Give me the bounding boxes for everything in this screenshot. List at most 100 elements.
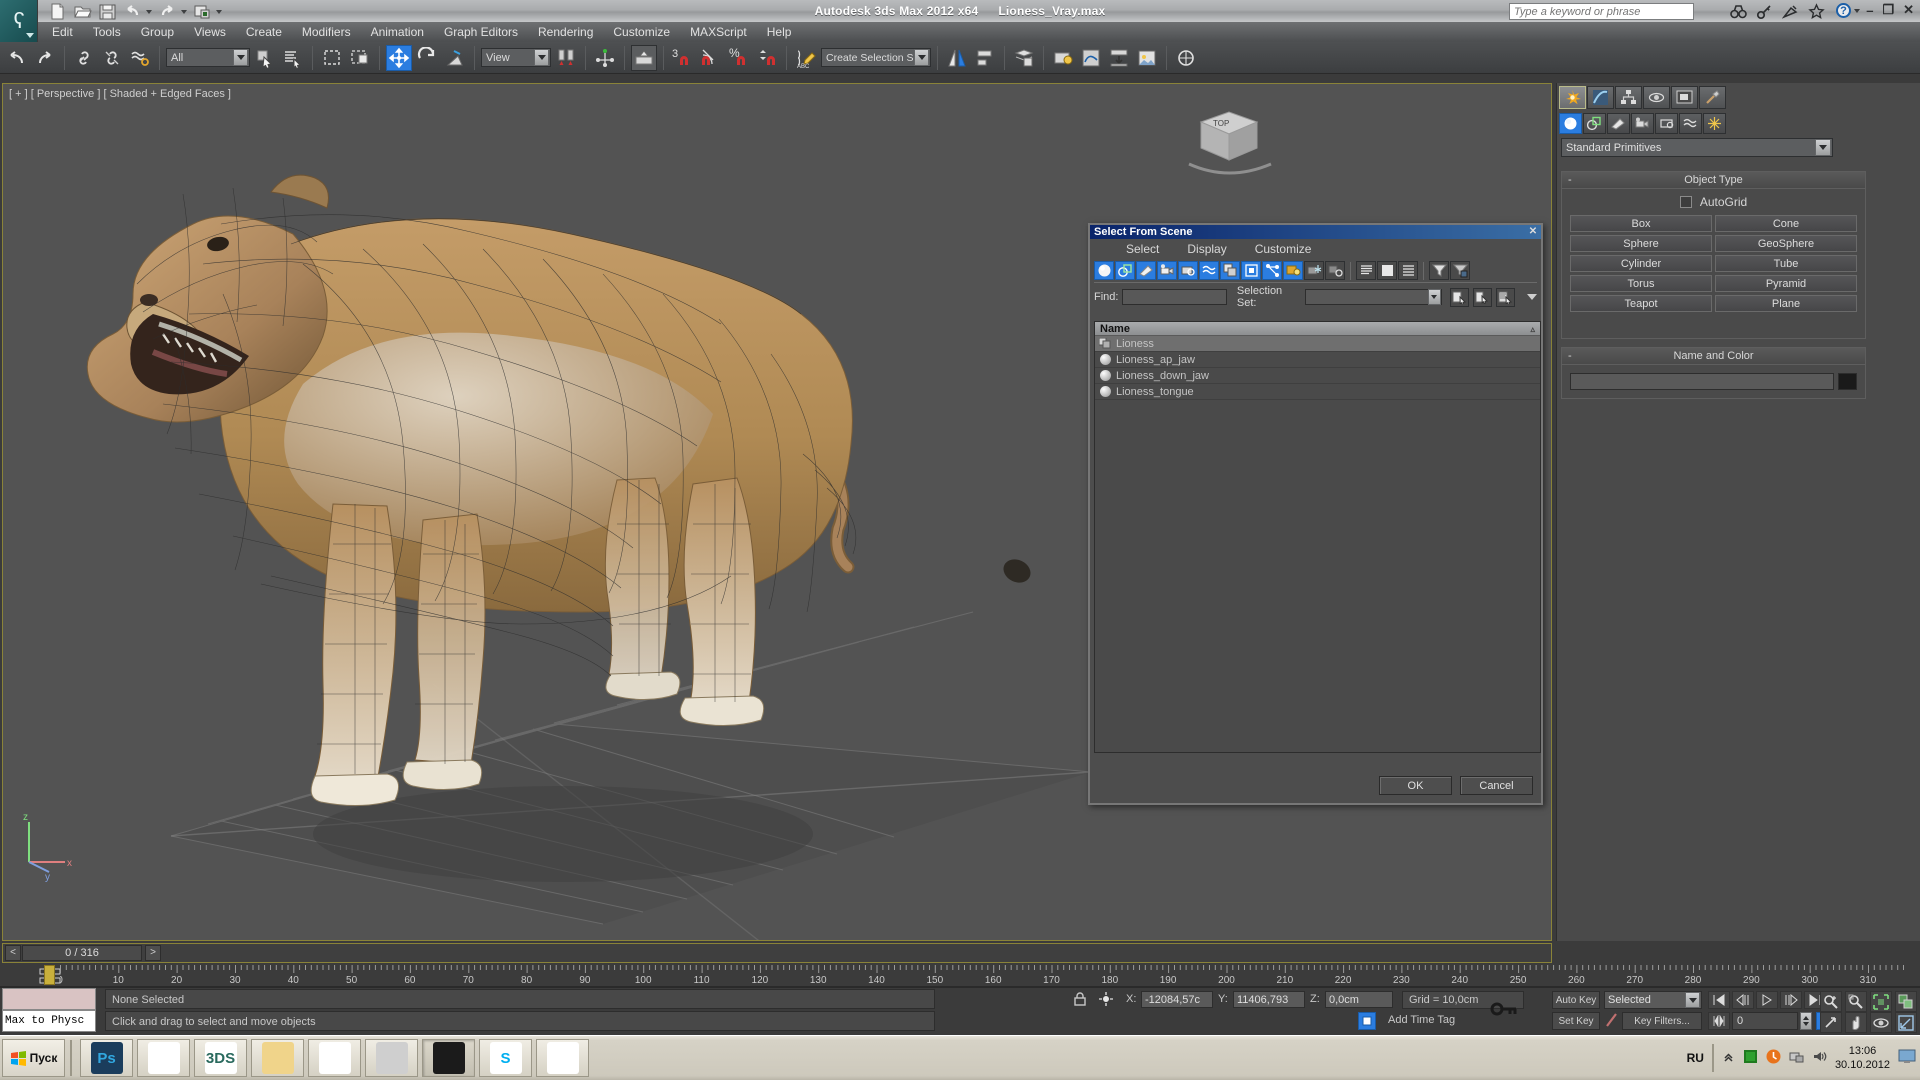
filter-geometry-icon[interactable] [1094, 261, 1114, 280]
object-class-arrow-icon[interactable] [1815, 139, 1831, 156]
dialog-menu-display[interactable]: Display [1173, 239, 1240, 259]
time-slider[interactable]: < 0 / 316 > [2, 943, 1552, 963]
layer-manager-icon[interactable] [1011, 45, 1037, 71]
select-and-rotate-icon[interactable] [414, 45, 440, 71]
key-mode-arrow-icon[interactable] [1685, 992, 1700, 1008]
key-icon[interactable] [1756, 3, 1773, 20]
auto-key-button[interactable]: Auto Key [1552, 991, 1600, 1009]
taskbar-skype[interactable]: S [479, 1039, 532, 1077]
next-frame-button[interactable]: > [145, 945, 161, 961]
angle-snap-number-icon[interactable]: 3 [670, 45, 696, 71]
angle-snap-toggle-icon[interactable] [698, 45, 724, 71]
sort-ascending-icon[interactable]: ▵ [1530, 322, 1535, 336]
bind-to-space-warp-icon[interactable] [127, 45, 153, 71]
pan-view-button[interactable] [1845, 1012, 1867, 1033]
app-logo-button[interactable]: ʕ [0, 0, 38, 42]
reference-coordinate-arrow-icon[interactable] [534, 49, 549, 66]
previous-frame-button-anim[interactable] [1732, 991, 1754, 1009]
dialog-close-icon[interactable]: ✕ [1527, 225, 1539, 239]
select-from-scene-dialog[interactable]: Select From Scene ✕ Select Display Custo… [1088, 223, 1543, 805]
menu-item-customize[interactable]: Customize [603, 23, 680, 42]
next-frame-button-anim[interactable] [1780, 991, 1802, 1009]
language-indicator[interactable]: RU [1687, 1051, 1704, 1065]
display-all-icon[interactable] [1356, 261, 1376, 280]
selection-set-arrow-icon[interactable] [1427, 289, 1441, 305]
edit-selection-set-icon[interactable] [1495, 287, 1515, 307]
ok-button[interactable]: OK [1379, 775, 1452, 795]
minimize-button[interactable]: – [1866, 3, 1873, 18]
dialog-title-bar[interactable]: Select From Scene ✕ [1090, 225, 1541, 239]
key-mode-dropdown[interactable]: Selected [1604, 991, 1702, 1009]
scene-object-list[interactable]: Name ▵ Lioness Lioness_ap_jaw Lioness_down… [1094, 321, 1541, 753]
object-color-swatch[interactable] [1838, 373, 1857, 390]
network-icon[interactable] [1789, 1049, 1804, 1067]
dialog-expand-arrow-icon[interactable] [1527, 294, 1537, 300]
table-row[interactable]: Lioness_tongue [1095, 384, 1540, 400]
previous-frame-button[interactable]: < [5, 945, 21, 961]
modify-tab[interactable] [1587, 86, 1614, 109]
zoom-button[interactable] [1820, 991, 1842, 1012]
menu-item-maxscript[interactable]: MAXScript [680, 23, 757, 42]
set-key-filters-indicator-icon[interactable] [1606, 1012, 1618, 1028]
snaps-toggle-icon[interactable] [631, 44, 657, 71]
key-mode-key-icon[interactable] [1488, 992, 1522, 1026]
list-header[interactable]: Name ▵ [1095, 322, 1540, 336]
selection-filter-arrow-icon[interactable] [233, 49, 248, 66]
dialog-menu-customize[interactable]: Customize [1241, 239, 1326, 259]
search-input[interactable] [1510, 4, 1693, 20]
object-button-cone[interactable]: Cone [1715, 215, 1857, 232]
selection-set-combo[interactable] [1305, 289, 1442, 305]
select-and-scale-icon[interactable] [442, 45, 468, 71]
filter-frozen-icon[interactable] [1304, 261, 1324, 280]
object-button-plane[interactable]: Plane [1715, 295, 1857, 312]
lights-category[interactable] [1607, 113, 1630, 134]
filter-helpers-icon[interactable] [1178, 261, 1198, 280]
time-slider-handle[interactable] [44, 965, 55, 985]
shapes-category[interactable] [1583, 113, 1606, 134]
lock-selection-icon[interactable] [1072, 991, 1088, 1007]
taskbar-monitor[interactable] [365, 1039, 418, 1077]
render-production-icon[interactable] [1173, 45, 1199, 71]
object-button-torus[interactable]: Torus [1570, 275, 1712, 292]
redo-toolbar-icon[interactable] [32, 45, 58, 71]
add-selection-set-icon[interactable] [1449, 287, 1469, 307]
taskbar-chrome[interactable] [536, 1039, 589, 1077]
taskbar-feather-app[interactable] [137, 1039, 190, 1077]
current-frame-display[interactable]: 0 / 316 [22, 945, 142, 961]
redo-dropdown-icon[interactable] [181, 9, 187, 14]
filter-shapes-icon[interactable] [1115, 261, 1135, 280]
curve-editor-icon[interactable] [1078, 45, 1104, 71]
orbit-button[interactable] [1870, 1012, 1892, 1033]
named-selection-set-arrow-icon[interactable] [914, 49, 929, 66]
align-icon[interactable] [972, 45, 998, 71]
mini-listener-text[interactable]: Max to Physc [2, 1010, 96, 1032]
remove-selection-set-icon[interactable] [1472, 287, 1492, 307]
pan-arc-button[interactable] [1820, 1012, 1842, 1033]
name-and-color-rollout-header[interactable]: - Name and Color [1562, 348, 1865, 365]
clock[interactable]: 13:06 30.10.2012 [1835, 1044, 1890, 1072]
star-favorite-icon[interactable] [1808, 3, 1825, 20]
display-tab[interactable] [1671, 86, 1698, 109]
start-button[interactable]: Пуск [2, 1039, 65, 1077]
volume-icon[interactable] [1812, 1049, 1827, 1067]
go-to-start-button[interactable] [1708, 991, 1730, 1009]
selection-filter-combo[interactable]: All [166, 48, 250, 67]
taskbar-photoshop[interactable]: Ps [80, 1039, 133, 1077]
current-frame-input[interactable]: 0 [1732, 1012, 1798, 1030]
rectangular-selection-region-icon[interactable] [319, 45, 345, 71]
play-animation-button[interactable] [1756, 991, 1778, 1009]
geometry-category[interactable] [1559, 113, 1582, 134]
filter-lights-icon[interactable] [1136, 261, 1156, 280]
filter-bones-icon[interactable] [1262, 261, 1282, 280]
space-warps-category[interactable] [1679, 113, 1702, 134]
table-row[interactable]: Lioness_ap_jaw [1095, 352, 1540, 368]
select-and-link-icon[interactable] [71, 45, 97, 71]
object-button-teapot[interactable]: Teapot [1570, 295, 1712, 312]
table-row[interactable]: Lioness [1095, 336, 1540, 352]
taskbar-3ds-max[interactable] [422, 1039, 475, 1077]
unlink-selection-icon[interactable] [99, 45, 125, 71]
percent-snap-toggle-icon[interactable]: % [726, 45, 752, 71]
taskbar-notes[interactable] [308, 1039, 361, 1077]
menu-item-graph-editors[interactable]: Graph Editors [434, 23, 528, 42]
zoom-extents-button[interactable] [1870, 991, 1892, 1012]
